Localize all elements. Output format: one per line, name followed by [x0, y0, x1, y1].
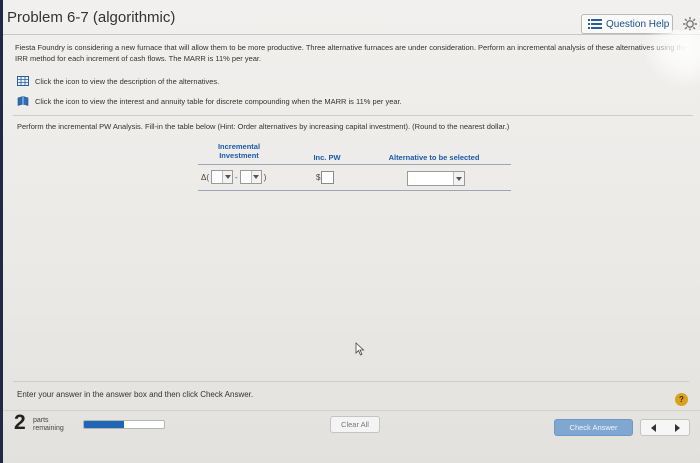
delta-dash: -	[235, 172, 238, 182]
delta-close: )	[263, 172, 267, 182]
table-header-rule	[198, 164, 511, 165]
question-nav	[640, 419, 690, 436]
section-divider	[13, 115, 693, 116]
page-title: Problem 6-7 (algorithmic)	[7, 9, 176, 26]
chevron-down-icon	[250, 171, 261, 183]
header-divider	[3, 34, 700, 35]
help-badge-icon[interactable]: ?	[675, 393, 688, 406]
instruction-text: Perform the incremental PW Analysis. Fil…	[17, 122, 510, 131]
clear-all-button[interactable]: Clear All	[330, 416, 380, 433]
inc-pw-input[interactable]	[321, 171, 335, 184]
parts-label-line1: parts	[33, 417, 49, 424]
check-answer-button[interactable]: Check Answer	[554, 419, 633, 436]
mouse-cursor-icon	[355, 342, 365, 356]
col-header-alternative: Alternative to be selected	[388, 153, 480, 162]
chevron-down-icon	[222, 171, 233, 183]
question-help-button[interactable]: Question Help	[581, 14, 673, 34]
col-header-investment: Incremental Investment	[217, 142, 261, 160]
chevron-down-icon	[453, 172, 464, 185]
list-icon	[588, 19, 602, 29]
question-help-label: Question Help	[606, 18, 670, 30]
table-bottom-rule	[198, 190, 511, 191]
interest-table-link-row[interactable]: Click the icon to view the interest and …	[17, 96, 402, 106]
alternative-b-select[interactable]	[239, 170, 262, 184]
delta-prefix: Δ(	[201, 172, 210, 182]
header: Problem 6-7 (algorithmic) Question Help	[3, 6, 700, 34]
prev-arrow-icon[interactable]	[650, 423, 656, 432]
enter-answer-text: Enter your answer in the answer box and …	[17, 390, 254, 399]
bottom-divider	[3, 410, 700, 411]
problem-window: Problem 6-7 (algorithmic) Question Help …	[0, 0, 700, 463]
alternatives-link-row[interactable]: Click the icon to view the description o…	[17, 76, 219, 86]
progress-fill	[84, 421, 124, 428]
book-icon[interactable]	[17, 96, 29, 106]
table-icon[interactable]	[17, 76, 29, 86]
parts-label-line2: remaining	[33, 425, 64, 432]
alternative-a-select[interactable]	[211, 170, 234, 184]
gear-icon[interactable]	[682, 16, 698, 32]
parts-progress-bar	[83, 420, 165, 429]
parts-label: parts remaining	[33, 417, 64, 433]
dollar-sign: $	[316, 173, 321, 182]
inc-pw-cell: $	[316, 171, 335, 184]
footer-divider	[13, 381, 689, 382]
alternative-selected-select[interactable]	[407, 171, 465, 186]
problem-statement: Fiesta Foundry is considering a new furn…	[15, 43, 687, 63]
incremental-investment-cell: Δ( - )	[201, 170, 266, 184]
parts-count: 2	[14, 411, 26, 434]
alternatives-link-text: Click the icon to view the description o…	[35, 76, 220, 86]
interest-table-link-text: Click the icon to view the interest and …	[35, 96, 402, 106]
col-header-inc-pw: Inc. PW	[313, 153, 341, 162]
next-arrow-icon[interactable]	[674, 423, 680, 432]
